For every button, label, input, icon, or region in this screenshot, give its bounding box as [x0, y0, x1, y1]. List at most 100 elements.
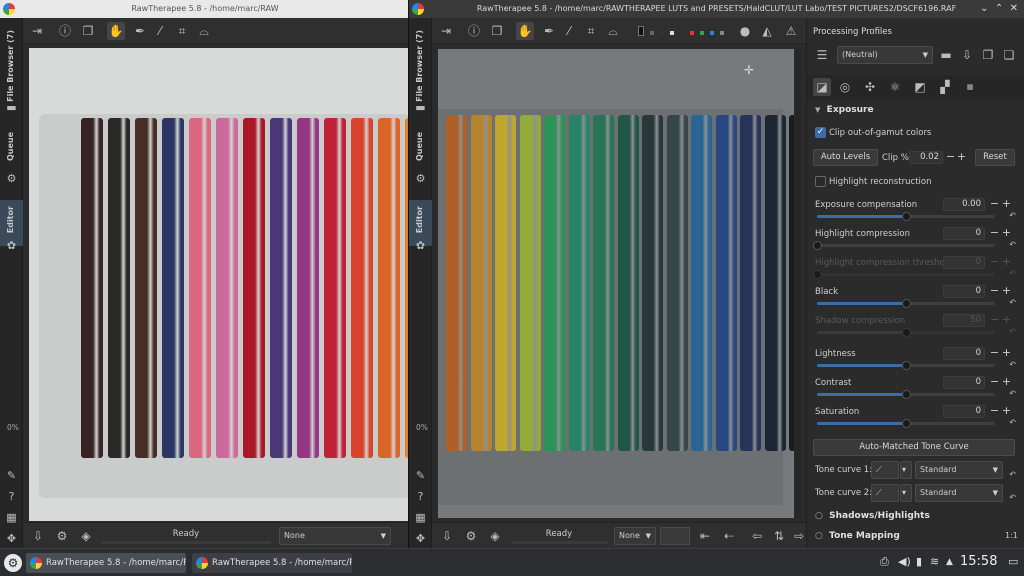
slider-track[interactable] [813, 241, 995, 250]
sync-icon[interactable]: ⇅ [770, 527, 788, 545]
info-icon[interactable]: ⓘ [465, 22, 483, 40]
tab-queue[interactable]: Queue [0, 126, 23, 178]
right-image-preview[interactable]: ✛ [438, 49, 794, 518]
slider-minus-button[interactable]: − [989, 376, 1000, 389]
help-icon[interactable]: ? [5, 491, 18, 503]
paste-profile-icon[interactable]: ❏ [1000, 46, 1018, 64]
channel-red-icon[interactable] [690, 31, 694, 35]
white-balance-icon[interactable]: ⁄ [560, 22, 578, 40]
slider-value-input[interactable]: 0 [943, 256, 985, 269]
help-icon[interactable]: ? [414, 491, 427, 503]
left-window-titlebar[interactable]: RawTherapee 5.8 - /home/marc/RAW [0, 0, 410, 18]
slider-minus-button[interactable]: − [989, 405, 1000, 418]
slider-track[interactable] [817, 361, 995, 370]
wifi-icon[interactable]: ≋ [930, 555, 939, 568]
auto-levels-button[interactable]: Auto Levels [813, 149, 878, 166]
copy-profile-icon[interactable]: ❐ [979, 46, 997, 64]
before-after-icon[interactable]: ❐ [488, 22, 506, 40]
undo-icon[interactable]: ⇠ [720, 527, 738, 545]
tab-queue[interactable]: Queue [409, 126, 432, 178]
slider-plus-button[interactable]: + [1001, 256, 1012, 269]
tone-curve-2-mode[interactable]: ▾ [900, 484, 912, 502]
clip-plus-button[interactable]: + [956, 151, 967, 164]
channel-dark-icon[interactable] [660, 31, 664, 35]
slider-knob[interactable] [902, 212, 911, 221]
slider-minus-button[interactable]: − [989, 347, 1000, 360]
profile-combo[interactable]: (Neutral) ▼ [837, 46, 933, 64]
slider-minus-button[interactable]: − [989, 198, 1000, 211]
slider-plus-button[interactable]: + [1001, 198, 1012, 211]
white-balance-icon[interactable]: ⁄ [151, 22, 169, 40]
profile-combo[interactable]: None ▼ [614, 527, 656, 545]
add-filter-icon[interactable]: ✎ [5, 470, 18, 482]
channel-white-icon[interactable] [670, 31, 674, 35]
slider-minus-button[interactable]: − [989, 227, 1000, 240]
preview-scrollbar[interactable] [795, 49, 801, 518]
load-profile-icon[interactable]: ▬ [937, 46, 955, 64]
tone-curve-1-type[interactable]: Standard ▼ [915, 461, 1003, 479]
auto-matched-tone-curve-button[interactable]: Auto-Matched Tone Curve [813, 439, 1015, 456]
channel-gray-icon[interactable] [650, 31, 654, 35]
device-icon[interactable]: ▮ [916, 555, 922, 568]
slider-plus-button[interactable]: + [1001, 285, 1012, 298]
clip-percent-input[interactable]: 0.02 [909, 151, 943, 164]
show-desktop-icon[interactable]: ▭ [1008, 555, 1018, 568]
tone-mapping-header[interactable]: ○ Tone Mapping [815, 531, 900, 541]
reset-slider-icon[interactable]: ↶ [1009, 360, 1016, 369]
save-icon[interactable]: ⇩ [29, 527, 47, 545]
add-filter-icon[interactable]: ✎ [414, 470, 427, 482]
minimize-icon[interactable]: ⌄ [980, 3, 988, 14]
slider-value-input[interactable]: 50 [943, 314, 985, 327]
before-after-icon[interactable]: ❐ [79, 22, 97, 40]
prev-image-icon[interactable]: ⇦ [748, 527, 766, 545]
reset-tone-curve-1-icon[interactable]: ↶ [1009, 470, 1016, 479]
channel-green-icon[interactable] [700, 31, 704, 35]
slider-minus-button[interactable]: − [989, 314, 1000, 327]
advanced-tab-icon[interactable]: ⚛ [886, 78, 904, 96]
color-picker-icon[interactable]: ✒ [131, 22, 149, 40]
slider-plus-button[interactable]: + [1001, 314, 1012, 327]
color-picker-icon[interactable]: ✒ [540, 22, 558, 40]
tone-curve-2-editor[interactable]: ⟋ [871, 484, 899, 502]
slider-track[interactable] [817, 212, 995, 221]
slider-track[interactable] [817, 328, 995, 337]
tab-file-browser[interactable]: File Browser (7) [409, 26, 432, 106]
tray-expand-icon[interactable]: ▲ [946, 557, 953, 567]
slider-value-input[interactable]: 0 [943, 376, 985, 389]
save-icon[interactable]: ⇩ [438, 527, 456, 545]
profile-combo[interactable]: None ▼ [279, 527, 391, 545]
slider-knob[interactable] [902, 328, 911, 337]
history-icon[interactable]: ⇤ [696, 527, 714, 545]
tone-curve-2-type[interactable]: Standard ▼ [915, 484, 1003, 502]
tone-curve-1-mode[interactable]: ▾ [900, 461, 912, 479]
slider-track[interactable] [813, 270, 995, 279]
crop-icon[interactable]: ⌗ [582, 22, 600, 40]
slider-minus-button[interactable]: − [989, 285, 1000, 298]
volume-icon[interactable]: ◀) [898, 555, 911, 568]
slider-value-input[interactable]: 0 [943, 285, 985, 298]
focus-mask-icon[interactable]: ● [736, 22, 754, 40]
save-profile-icon[interactable]: ⇩ [958, 46, 976, 64]
slider-value-input[interactable]: 0.00 [943, 198, 985, 211]
slider-knob[interactable] [902, 419, 911, 428]
send-editor-icon[interactable]: ◈ [77, 527, 95, 545]
printer-icon[interactable]: ⎙ [880, 555, 889, 569]
slider-knob[interactable] [902, 299, 911, 308]
detail-tab-icon[interactable]: ◎ [836, 78, 854, 96]
metadata-tab-icon[interactable]: ▦ [961, 78, 979, 96]
reset-slider-icon[interactable]: ↶ [1009, 298, 1016, 307]
application-launcher-icon[interactable]: ⚙ [4, 554, 22, 572]
tone-curve-1-editor[interactable]: ⟋ [871, 461, 899, 479]
clock[interactable]: 15:58 [960, 554, 997, 569]
profile-list-icon[interactable]: ☰ [813, 46, 831, 64]
channel-blue-icon[interactable] [710, 31, 714, 35]
hide-panel-icon[interactable]: ⇥ [28, 22, 46, 40]
move-icon[interactable]: ✥ [5, 533, 18, 545]
slider-value-input[interactable]: 0 [943, 405, 985, 418]
queue-add-icon[interactable]: ⚙ [462, 527, 480, 545]
reset-slider-icon[interactable]: ↶ [1009, 240, 1016, 249]
warning-icon[interactable]: ⚠ [782, 22, 800, 40]
taskbar-task-1[interactable]: RawTherapee 5.8 - /home/marc/R... [26, 553, 186, 573]
hand-tool-icon[interactable]: ✋ [107, 22, 125, 40]
reset-slider-icon[interactable]: ↶ [1009, 211, 1016, 220]
